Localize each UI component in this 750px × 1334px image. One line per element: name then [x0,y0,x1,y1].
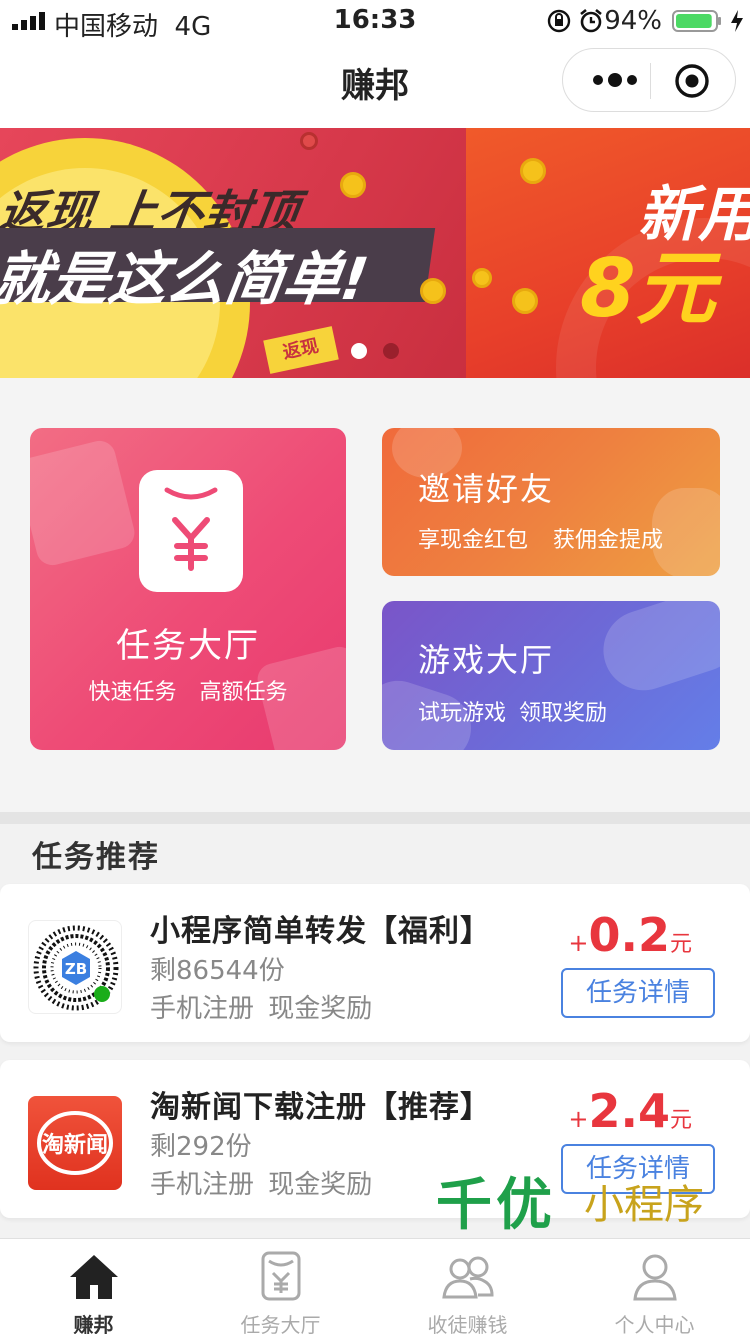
close-miniprogram-icon[interactable] [673,62,711,100]
task-reward: +0.2元 [568,908,692,962]
game-hall-card[interactable]: 游戏大厅 试玩游戏 领取奖励 [382,601,720,750]
reward-amount: 0.2 [588,908,670,962]
task-list-item[interactable]: ZB 小程序简单转发【福利】 剩86544份 手机注册 现金奖励 +0.2元 任… [0,884,750,1042]
section-divider [0,812,750,824]
banner-subline: 就是这么简单! [0,245,373,313]
tab-label: 收徒赚钱 [427,1313,508,1334]
nav-bar: 赚邦 [0,40,750,128]
reward-amount: 2.4 [588,1084,670,1138]
reward-unit: 元 [669,932,692,957]
more-icon[interactable] [587,65,649,95]
invite-subtitle: 享现金红包 获佣金提成 [418,528,663,553]
game-hall-title: 游戏大厅 [418,641,555,679]
users-icon [442,1256,494,1299]
task-hall-subtitle: 快速任务 高额任务 [88,680,288,705]
yen-envelope-icon [261,1251,301,1301]
tab-label: 任务大厅 [240,1313,321,1334]
taoxinwen-logo-text: 淘新闻 [42,1132,108,1158]
capsule-divider [650,63,651,99]
alarm-icon [580,8,602,33]
tab-bar: 赚邦 任务大厅 收徒赚钱 个人中心 [0,1238,750,1334]
carousel-indicator [351,343,401,359]
coin-icon [340,172,366,198]
user-icon [633,1254,677,1301]
task-tags: 手机注册 现金奖励 [150,1170,373,1200]
status-bar: 中国移动 4G 16:33 94% [0,0,750,42]
orientation-lock-icon [547,9,571,33]
watermark-main: 千优 [436,1172,556,1238]
battery-percent: 94% [604,6,662,36]
svg-text:ZB: ZB [65,960,87,978]
yen-envelope-icon [139,470,243,592]
task-remaining: 剩292份 [150,1132,252,1162]
banner-slide-cashback[interactable]: 返现 上不封顶 就是这么简单! 返现 [0,128,466,378]
invite-title: 邀请好友 [418,470,555,508]
tab-task-hall[interactable]: 任务大厅 [187,1239,374,1334]
watermark-sub: 小程序 [584,1182,704,1228]
carousel-dot[interactable] [351,343,367,359]
battery-icon [672,10,721,32]
coin-icon [520,158,546,184]
qr-code-icon: ZB [28,920,122,1014]
mini-program-capsule [562,48,736,112]
invite-friends-card[interactable]: 邀请好友 享现金红包 获佣金提成 [382,428,720,576]
reward-sign: + [568,1105,589,1133]
red-envelope-icon [300,132,318,150]
home-icon [70,1255,118,1299]
reward-sign: + [568,929,589,957]
tab-profile[interactable]: 个人中心 [561,1239,748,1334]
carousel-dot[interactable] [383,343,399,359]
task-remaining: 剩86544份 [150,956,285,986]
tab-label: 赚邦 [73,1313,114,1334]
taoxinwen-logo: 淘新闻 [28,1096,122,1190]
game-hall-subtitle: 试玩游戏 领取奖励 [418,701,607,726]
reward-unit: 元 [669,1108,692,1133]
coin-icon [472,268,492,288]
coin-icon [512,288,538,314]
tab-recruit[interactable]: 收徒赚钱 [374,1239,561,1334]
task-tags: 手机注册 现金奖励 [150,994,373,1024]
page: 中国移动 4G 16:33 94% 赚邦 返现 上不封顶 就是这么简单! 返现 … [0,0,750,1334]
recommend-section-title: 任务推荐 [32,840,160,875]
task-title: 小程序简单转发【福利】 [150,914,491,949]
task-hall-title: 任务大厅 [116,626,260,666]
coin-icon [420,278,446,304]
tab-label: 个人中心 [614,1313,695,1334]
banner-tag: 返现 [263,326,339,374]
task-detail-button[interactable]: 任务详情 [561,968,715,1018]
charging-icon [731,10,743,32]
banner-slide-newuser[interactable]: 新用 8元 [466,128,750,378]
task-reward: +2.4元 [568,1084,692,1138]
watermark: 千优 小程序 [436,1160,736,1238]
tab-home[interactable]: 赚邦 [0,1239,187,1334]
task-hall-card[interactable]: 任务大厅 快速任务 高额任务 [30,428,346,750]
banner2-amount: 8元 [580,242,716,335]
yen-card-decoration [30,437,138,569]
banner-carousel[interactable]: 返现 上不封顶 就是这么简单! 返现 新用 8元 [0,128,750,378]
feature-grid: 任务大厅 快速任务 高额任务 邀请好友 享现金红包 获佣金提成 游戏大厅 试玩游… [0,378,750,812]
gamepad-decoration [593,601,720,701]
task-title: 淘新闻下载注册【推荐】 [150,1090,491,1125]
